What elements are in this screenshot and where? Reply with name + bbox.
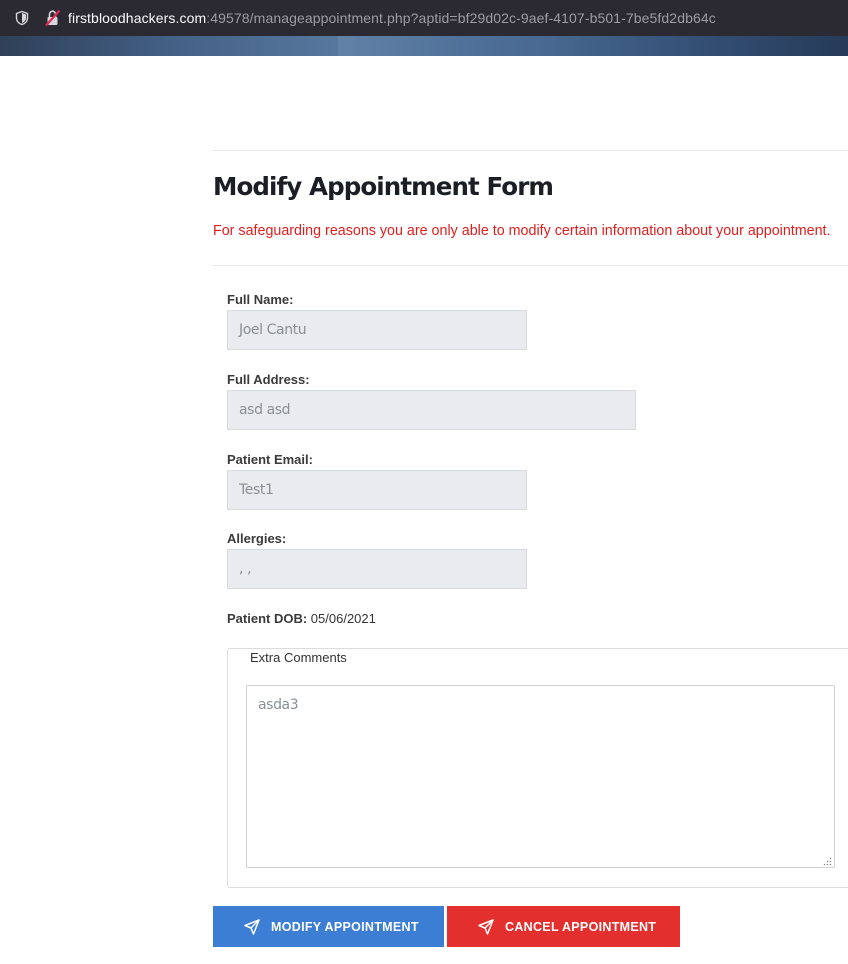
insecure-lock-icon[interactable] xyxy=(44,9,62,27)
safeguarding-notice: For safeguarding reasons you are only ab… xyxy=(213,223,831,239)
allergies-label: Allergies: xyxy=(227,531,287,546)
patient-dob-value: 05/06/2021 xyxy=(310,611,376,626)
resize-grip-icon[interactable] xyxy=(822,856,832,866)
full-name-label: Full Name: xyxy=(227,292,294,307)
patient-dob-label: Patient DOB: xyxy=(227,611,308,626)
page-title: Modify Appointment Form xyxy=(213,172,554,201)
cancel-appointment-button[interactable]: CANCEL APPOINTMENT xyxy=(447,906,680,947)
full-name-field[interactable]: Joel Cantu xyxy=(227,310,527,350)
cancel-appointment-label: CANCEL APPOINTMENT xyxy=(505,919,657,934)
full-address-label: Full Address: xyxy=(227,372,310,387)
top-divider xyxy=(213,150,848,151)
full-address-field[interactable]: asd asd xyxy=(227,390,636,430)
hero-image-right xyxy=(338,36,848,56)
hero-image-strip xyxy=(0,36,848,56)
browser-url-bar[interactable]: firstbloodhackers.com:49578/manageappoin… xyxy=(0,0,848,36)
shield-icon[interactable] xyxy=(14,10,30,26)
send-icon xyxy=(478,918,494,935)
modify-appointment-label: MODIFY APPOINTMENT xyxy=(271,919,419,934)
modify-appointment-button[interactable]: MODIFY APPOINTMENT xyxy=(213,906,444,947)
hero-image-left xyxy=(0,36,338,56)
header-divider xyxy=(213,265,848,266)
extra-comments-textarea[interactable]: asda3 xyxy=(246,685,835,868)
patient-email-field[interactable]: Test1 xyxy=(227,470,527,510)
url-text[interactable]: firstbloodhackers.com:49578/manageappoin… xyxy=(68,10,716,26)
url-path: :49578/manageappointment.php?aptid=bf29d… xyxy=(206,10,716,26)
patient-email-label: Patient Email: xyxy=(227,452,313,467)
send-icon xyxy=(244,918,260,935)
url-host: firstbloodhackers.com xyxy=(68,10,207,26)
allergies-field[interactable]: , , xyxy=(227,549,527,589)
extra-comments-legend: Extra Comments xyxy=(243,650,354,665)
patient-dob: Patient DOB: 05/06/2021 xyxy=(227,611,376,626)
